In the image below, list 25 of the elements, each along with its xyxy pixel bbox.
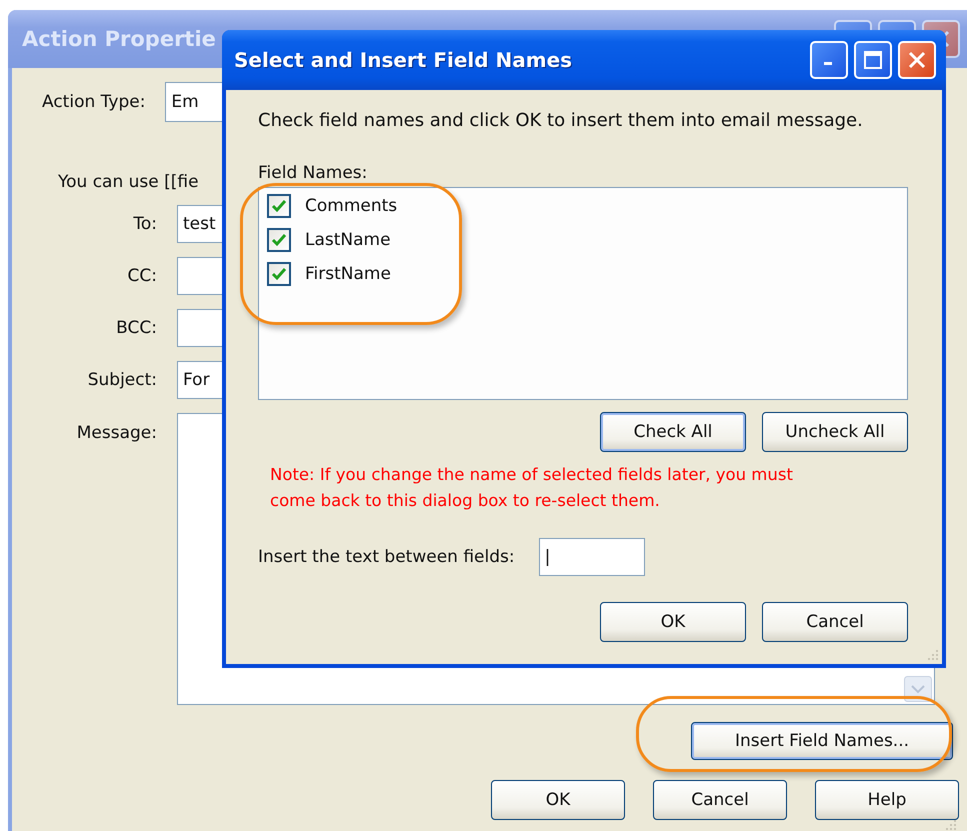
field-label: To: bbox=[132, 214, 157, 234]
field-name-item[interactable]: LastName bbox=[305, 230, 391, 250]
window-title: Action Propertie bbox=[22, 27, 216, 51]
field-name-item[interactable]: Comments bbox=[305, 196, 398, 216]
field-label: CC: bbox=[126, 266, 157, 286]
dialog-button[interactable]: OK bbox=[491, 780, 625, 820]
list-button[interactable]: Uncheck All bbox=[762, 412, 908, 452]
warning-note: Note: If you change the name of selected fields later, you must come back to this dialog box to re-select them. bbox=[270, 464, 794, 512]
field-label: BCC: bbox=[115, 318, 157, 338]
hint-text: You can use [[fie bbox=[58, 172, 199, 192]
instruction-text: Check field names and click OK to insert them into email message. bbox=[258, 110, 864, 131]
dialog-title: Select and Insert Field Names bbox=[234, 48, 572, 72]
separator-field[interactable]: | bbox=[538, 538, 645, 576]
field-label: Subject: bbox=[86, 370, 157, 390]
field-label: Message: bbox=[76, 423, 157, 443]
list-button[interactable]: Check All bbox=[600, 412, 746, 452]
dialog-button[interactable]: Help bbox=[815, 780, 959, 820]
dialog-button[interactable]: Cancel bbox=[653, 780, 787, 820]
field-label: Action Type: bbox=[42, 92, 146, 112]
dialog-button[interactable]: OK bbox=[600, 602, 746, 642]
field-name-item[interactable]: FirstName bbox=[305, 264, 391, 284]
list-label: Field Names: bbox=[258, 163, 368, 183]
insert-field-names-button[interactable]: Insert Field Names... bbox=[691, 722, 953, 760]
field-label: Insert the text between fields: bbox=[258, 547, 515, 567]
dialog-button[interactable]: Cancel bbox=[762, 602, 908, 642]
